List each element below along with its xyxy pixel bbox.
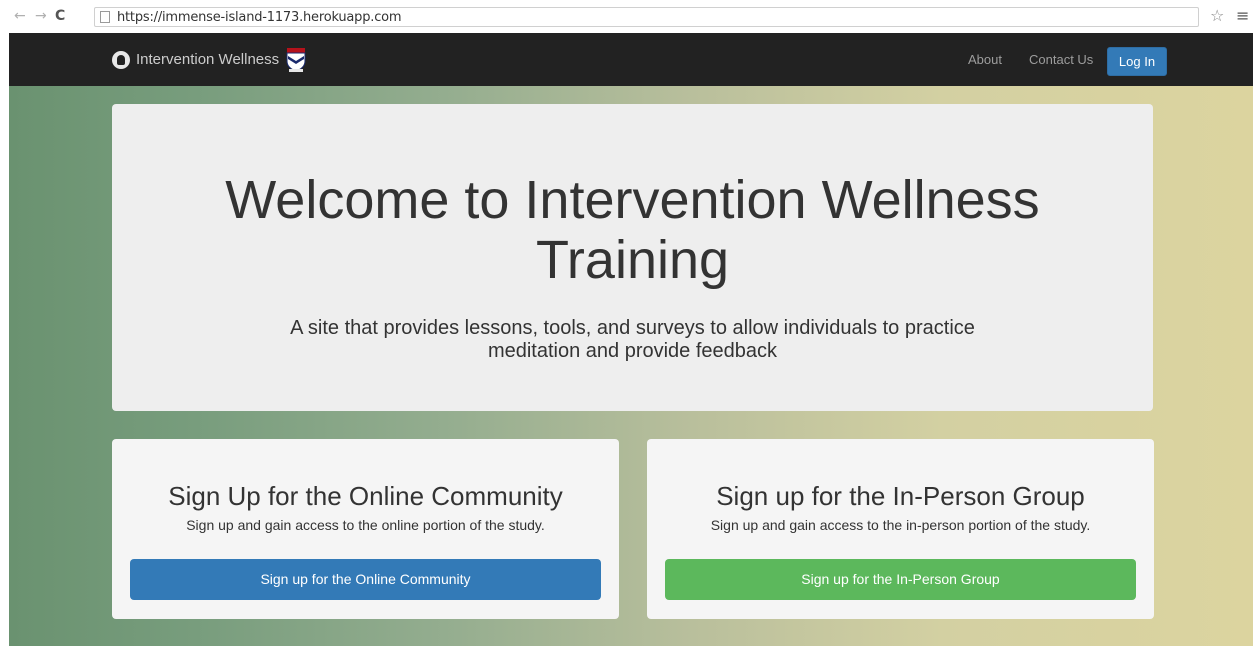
in-person-signup-button[interactable]: Sign up for the In-Person Group <box>665 559 1136 600</box>
navbar-brand[interactable]: Intervention Wellness <box>112 33 307 86</box>
browser-toolbar: ← → C https://immense-island-1173.heroku… <box>0 0 1253 32</box>
card-title: Sign up for the In-Person Group <box>716 481 1085 511</box>
navbar: Intervention Wellness About Contact Us L… <box>9 33 1253 86</box>
address-bar[interactable]: https://immense-island-1173.herokuapp.co… <box>94 7 1199 27</box>
reload-icon[interactable]: C <box>55 9 65 23</box>
hero-title: Welcome to Intervention Wellness Trainin… <box>225 170 1040 290</box>
nav-about-link[interactable]: About <box>968 33 1002 86</box>
rebel-alliance-icon <box>112 50 130 69</box>
card-description: Sign up and gain access to the in-person… <box>710 517 1091 533</box>
page-content: Intervention Wellness About Contact Us L… <box>9 33 1253 646</box>
bookmark-star-icon[interactable]: ☆ <box>1210 8 1224 24</box>
card-description: Sign up and gain access to the online po… <box>186 517 545 533</box>
card-title: Sign Up for the Online Community <box>168 481 563 511</box>
online-community-card: Sign Up for the Online Community Sign up… <box>112 439 619 619</box>
nav-contact-link[interactable]: Contact Us <box>1029 33 1093 86</box>
browser-menu-icon[interactable]: ≡ <box>1236 8 1249 24</box>
url-text: https://immense-island-1173.herokuapp.co… <box>117 10 402 25</box>
hero-subtitle: A site that provides lessons, tools, and… <box>290 317 975 362</box>
online-signup-button[interactable]: Sign up for the Online Community <box>130 559 601 600</box>
login-button[interactable]: Log In <box>1107 47 1167 76</box>
in-person-group-card: Sign up for the In-Person Group Sign up … <box>647 439 1154 619</box>
forward-arrow-icon[interactable]: → <box>35 9 47 23</box>
university-crest-icon <box>286 47 306 72</box>
brand-text: Intervention Wellness <box>136 51 280 68</box>
page-icon <box>100 11 110 23</box>
window-edge <box>0 0 9 646</box>
hero-panel: Welcome to Intervention Wellness Trainin… <box>112 104 1153 411</box>
back-arrow-icon[interactable]: ← <box>14 9 26 23</box>
